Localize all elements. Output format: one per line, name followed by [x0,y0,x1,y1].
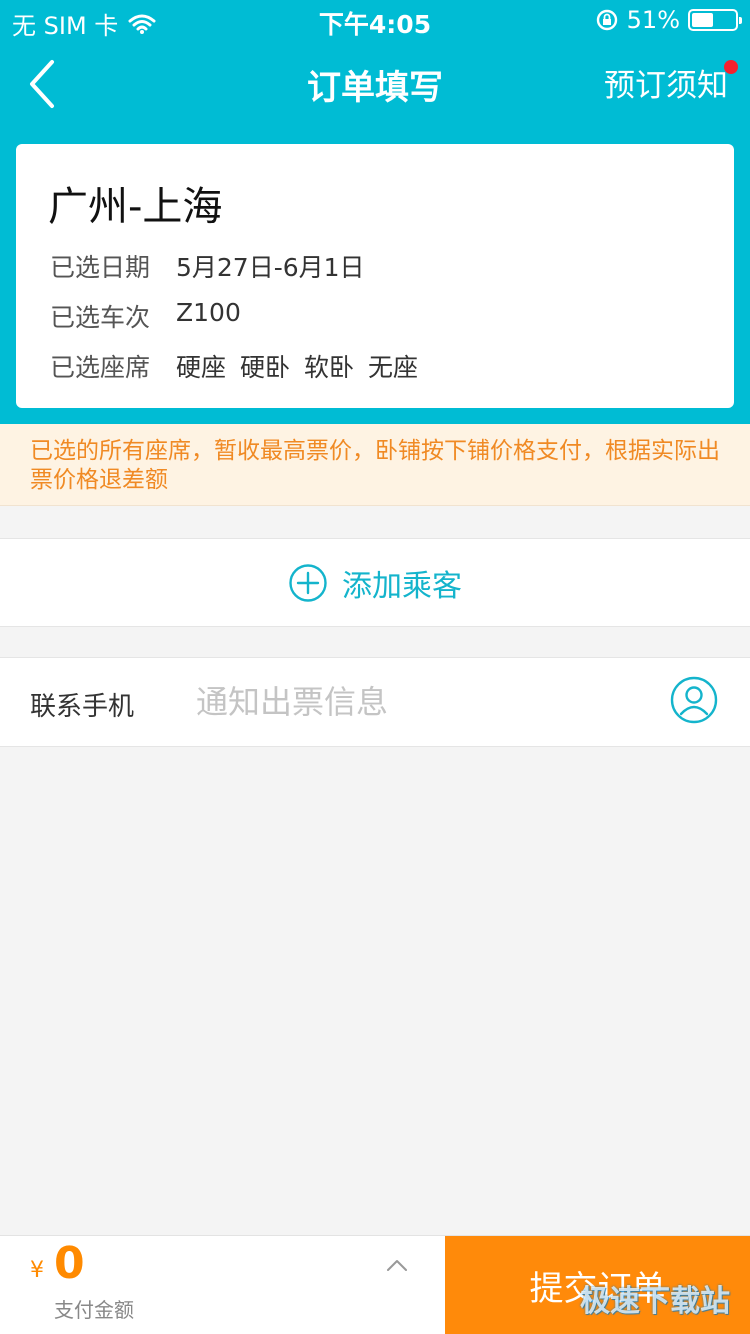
unread-dot [724,60,738,74]
battery-level [692,13,714,27]
chevron-left-icon [30,60,54,108]
add-passenger-button[interactable]: 添加乘客 [0,538,750,627]
chevron-up-icon[interactable] [386,1258,408,1272]
route-title: 广州-上海 [48,184,223,230]
train-label: 已选车次 [50,303,151,332]
seat-option: 无座 [368,353,419,382]
status-bar: 无 SIM 卡 下午4:05 51% [0,0,750,40]
date-row: 已选日期 5月27日-6月1日 [50,248,365,284]
currency-symbol: ¥ [30,1258,44,1283]
contact-phone-input[interactable] [196,676,636,728]
booking-notice-link[interactable]: 预订须知 [604,60,728,105]
train-value: Z100 [176,298,241,327]
nav-bar: 订单填写 预订须知 [0,40,750,128]
seat-option: 硬座 [176,353,227,382]
contacts-icon[interactable] [670,676,718,724]
date-value: 5月27日-6月1日 [176,253,365,282]
pay-amount-label: 支付金额 [54,1298,134,1322]
seat-option: 软卧 [304,353,355,382]
seat-row: 已选座席 硬座 硬卧 软卧 无座 [50,348,432,384]
price-notice: 已选的所有座席，暂收最高票价，卧铺按下铺价格支付，根据实际出票价格退差额 [0,424,750,506]
train-row: 已选车次 Z100 [50,298,241,334]
seat-option: 硬卧 [240,353,291,382]
seat-label: 已选座席 [50,353,151,382]
back-button[interactable] [22,58,72,110]
battery-icon [688,9,742,31]
rotation-lock-icon [596,9,617,31]
battery-percent: 51% [626,6,680,34]
add-passenger-label: 添加乘客 [342,568,462,604]
trip-summary-card: 广州-上海 已选日期 5月27日-6月1日 已选车次 Z100 已选座席 硬座硬… [16,144,734,408]
total-amount: 0 [54,1238,85,1289]
checkout-bar: ¥ 0 支付金额 提交订单 极速下载站 [0,1235,750,1334]
seat-list: 硬座 硬卧 软卧 无座 [176,348,432,384]
contact-phone-label: 联系手机 [30,692,135,722]
plus-circle-icon [289,563,327,602]
contact-phone-row: 联系手机 [0,657,750,747]
watermark: 极速下载站 [580,1284,730,1319]
date-label: 已选日期 [50,253,151,282]
